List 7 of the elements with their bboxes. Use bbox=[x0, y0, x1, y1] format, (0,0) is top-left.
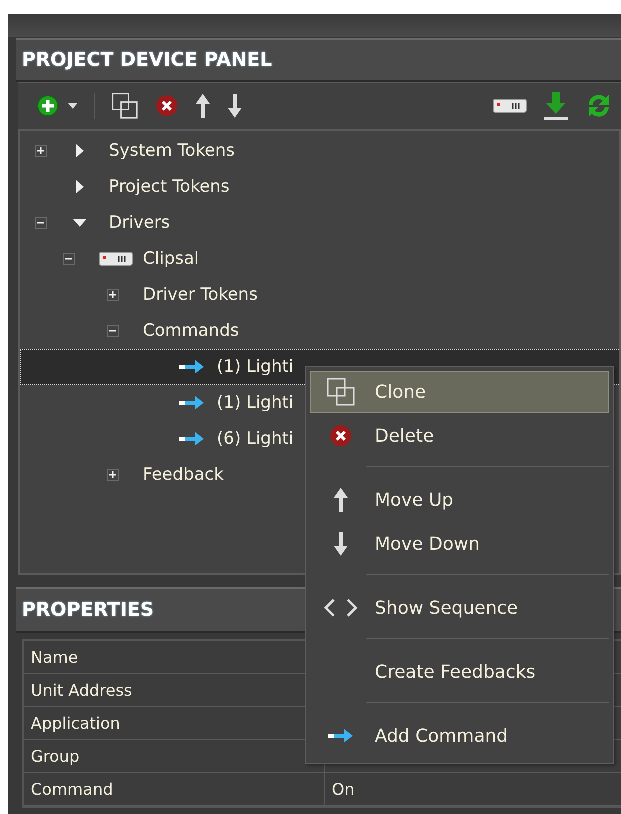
property-name: Command bbox=[30, 778, 114, 800]
panel-title: PROPERTIES bbox=[22, 599, 154, 621]
property-name: Application bbox=[30, 712, 122, 734]
property-name: Unit Address bbox=[30, 680, 134, 702]
property-name: Name bbox=[30, 646, 80, 668]
property-name: Group bbox=[30, 746, 81, 768]
panel-title: PROJECT DEVICE PANEL bbox=[22, 49, 272, 71]
